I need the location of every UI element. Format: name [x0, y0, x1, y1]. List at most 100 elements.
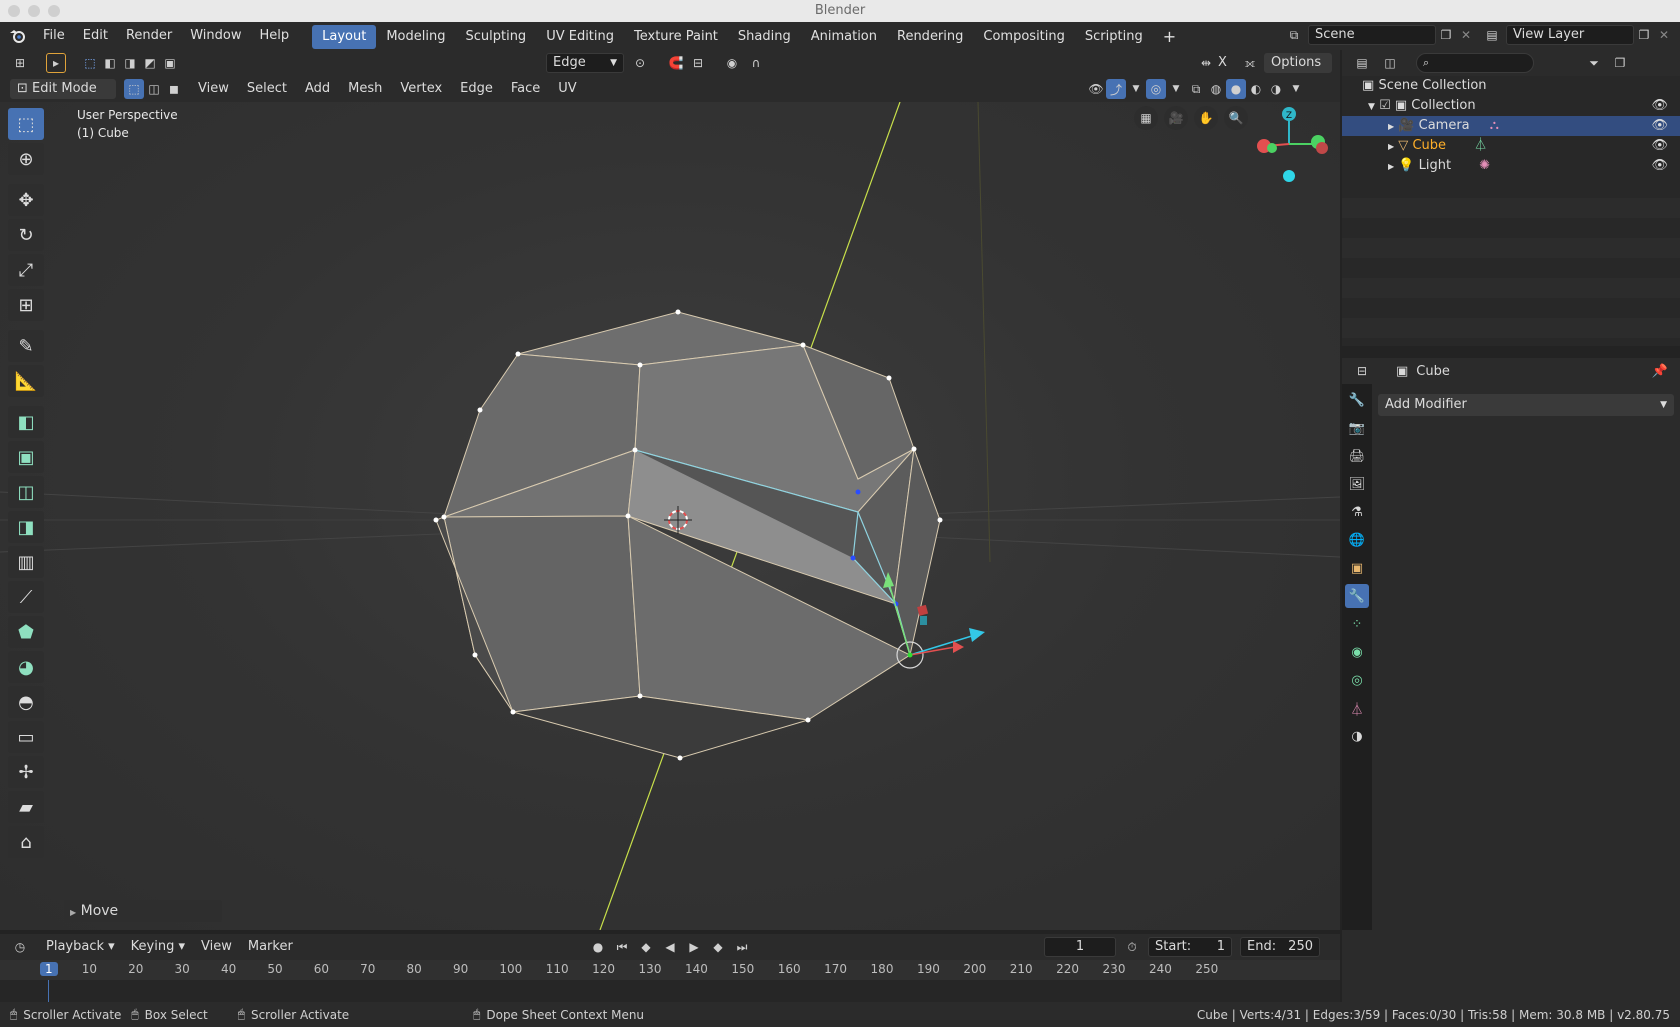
- timeline-menu-view[interactable]: View: [195, 937, 238, 957]
- scale-tool[interactable]: ⤢: [8, 254, 44, 286]
- pivot-point-icon[interactable]: ⊙: [630, 53, 650, 73]
- transform-tool[interactable]: ⊞: [8, 289, 44, 321]
- current-frame-field[interactable]: 1: [1044, 937, 1116, 957]
- snap-target-icon[interactable]: ⊟: [688, 53, 708, 73]
- jump-start-icon[interactable]: ⏮: [612, 937, 632, 957]
- properties-editor-type-icon[interactable]: ⊟: [1352, 361, 1372, 381]
- next-keyframe-icon[interactable]: ◆: [708, 937, 728, 957]
- edge-slide-tool[interactable]: ▭: [8, 721, 44, 753]
- rip-region-tool[interactable]: ⌂: [8, 826, 44, 858]
- overlays-toggle-icon[interactable]: ◎: [1146, 79, 1166, 99]
- new-scene-icon[interactable]: ❐: [1436, 25, 1456, 45]
- edge-select-mode-icon[interactable]: ◫: [144, 79, 164, 99]
- gizmo-toggle-icon[interactable]: ⤴: [1106, 79, 1126, 99]
- checkbox-icon[interactable]: ☑: [1379, 98, 1391, 113]
- outliner-item-light[interactable]: ▶ 💡 Light ✺ 👁: [1342, 156, 1680, 176]
- modifier-tab-icon[interactable]: 🔧: [1345, 584, 1369, 608]
- overlays-dropdown-icon[interactable]: ▼: [1166, 79, 1186, 99]
- extrude-tool[interactable]: ▣: [8, 441, 44, 473]
- outliner-scene-collection[interactable]: ▣ Scene Collection: [1342, 76, 1680, 96]
- workspace-tab-animation[interactable]: Animation: [801, 25, 887, 49]
- xray-toggle-icon[interactable]: ⧉: [1186, 79, 1206, 99]
- workspace-tab-uv-editing[interactable]: UV Editing: [536, 25, 624, 49]
- menu-help[interactable]: Help: [251, 22, 299, 50]
- bevel-tool[interactable]: ◨: [8, 511, 44, 543]
- remove-scene-icon[interactable]: ✕: [1456, 25, 1476, 45]
- select-new-icon[interactable]: ⬚: [80, 53, 100, 73]
- workspace-tab-layout[interactable]: Layout: [312, 25, 377, 49]
- falloff-icon[interactable]: ∩: [746, 53, 766, 73]
- gizmo-dropdown-icon[interactable]: ▼: [1126, 79, 1146, 99]
- viewport-menu-select[interactable]: Select: [241, 79, 293, 99]
- outliner-editor-type-icon[interactable]: ▤: [1352, 53, 1372, 73]
- pin-icon[interactable]: 📌: [1652, 364, 1668, 379]
- scene-tab-icon[interactable]: ⚗: [1345, 500, 1369, 524]
- poly-build-tool[interactable]: ⬟: [8, 616, 44, 648]
- annotate-tool[interactable]: ✎: [8, 330, 44, 362]
- output-tab-icon[interactable]: 🖨: [1345, 444, 1369, 468]
- play-icon[interactable]: ▶: [684, 937, 704, 957]
- mirror-x-label[interactable]: X: [1218, 55, 1227, 70]
- timeline-body[interactable]: [0, 980, 1340, 1002]
- add-workspace-button[interactable]: +: [1153, 25, 1186, 49]
- face-select-mode-icon[interactable]: ◼: [164, 79, 184, 99]
- scene-name-field[interactable]: Scene: [1308, 25, 1436, 45]
- menu-file[interactable]: File: [34, 22, 74, 50]
- workspace-tab-texture-paint[interactable]: Texture Paint: [624, 25, 728, 49]
- physics-tab-icon[interactable]: ◉: [1345, 640, 1369, 664]
- outliner-item-camera[interactable]: ▶ 🎥 Camera ⛬ 👁: [1342, 116, 1680, 136]
- render-tab-icon[interactable]: 📷: [1345, 416, 1369, 440]
- material-shading-icon[interactable]: ◐: [1246, 79, 1266, 99]
- particles-tab-icon[interactable]: ⁘: [1345, 612, 1369, 636]
- data-tab-icon[interactable]: ⏃: [1345, 696, 1369, 720]
- rotate-tool[interactable]: ↻: [8, 219, 44, 251]
- 3d-viewport[interactable]: User Perspective (1) Cube ▦ 🎥 ✋ 🔍 Z ▶ Mo…: [0, 102, 1340, 930]
- blender-logo-icon[interactable]: [0, 22, 34, 50]
- viewport-menu-vertex[interactable]: Vertex: [394, 79, 448, 99]
- remove-view-layer-icon[interactable]: ✕: [1654, 25, 1674, 45]
- timeline-menu-marker[interactable]: Marker: [242, 937, 299, 957]
- select-invert-icon[interactable]: ◩: [140, 53, 160, 73]
- shading-dropdown-icon[interactable]: ▼: [1286, 79, 1306, 99]
- timeline-ruler[interactable]: 1 10 20 30 40 50 60 70 80 90 100 110 120 130 140 150 160…: [0, 960, 1340, 980]
- eye-icon[interactable]: 👁: [1651, 136, 1668, 156]
- view-layer-selector-icon[interactable]: ▤: [1482, 25, 1502, 45]
- cursor-tool[interactable]: ⊕: [8, 143, 44, 175]
- workspace-tab-shading[interactable]: Shading: [728, 25, 801, 49]
- new-collection-icon[interactable]: ❐: [1610, 53, 1630, 73]
- end-frame-field[interactable]: End: 250: [1240, 937, 1320, 957]
- view-layer-field[interactable]: View Layer: [1506, 25, 1634, 45]
- measure-tool[interactable]: 📐: [8, 365, 44, 397]
- preview-range-icon[interactable]: ⏱: [1122, 937, 1142, 957]
- display-mode-icon[interactable]: ◫: [1380, 53, 1400, 73]
- object-tab-icon[interactable]: ▣: [1345, 556, 1369, 580]
- record-icon[interactable]: ●: [588, 937, 608, 957]
- options-dropdown[interactable]: Options: [1264, 53, 1332, 73]
- timeline-editor-type-icon[interactable]: ◷: [10, 937, 30, 957]
- viewport-menu-add[interactable]: Add: [299, 79, 336, 99]
- rendered-shading-icon[interactable]: ◑: [1266, 79, 1286, 99]
- menu-window[interactable]: Window: [181, 22, 250, 50]
- menu-render[interactable]: Render: [117, 22, 181, 50]
- jump-end-icon[interactable]: ⏭: [732, 937, 752, 957]
- select-mode-dropdown[interactable]: Edge ▼: [546, 53, 624, 73]
- move-tool[interactable]: ✥: [8, 184, 44, 216]
- maximize-window-button[interactable]: [48, 5, 60, 17]
- editor-type-icon[interactable]: ⊞: [10, 53, 30, 73]
- mesh-canvas[interactable]: [0, 102, 1340, 930]
- world-tab-icon[interactable]: 🌐: [1345, 528, 1369, 552]
- snap-icon[interactable]: 🧲: [666, 53, 686, 73]
- knife-tool[interactable]: ⟋: [8, 581, 44, 613]
- wireframe-shading-icon[interactable]: ◍: [1206, 79, 1226, 99]
- outliner-collection[interactable]: ▼ ☑ ▣ Collection 👁: [1342, 96, 1680, 116]
- loop-cut-tool[interactable]: ▥: [8, 546, 44, 578]
- workspace-tab-compositing[interactable]: Compositing: [973, 25, 1075, 49]
- add-modifier-dropdown[interactable]: Add Modifier ▼: [1378, 394, 1674, 416]
- auto-merge-icon[interactable]: ⟗: [1240, 53, 1260, 73]
- select-extend-icon[interactable]: ◧: [100, 53, 120, 73]
- workspace-tab-scripting[interactable]: Scripting: [1075, 25, 1153, 49]
- camera-view-icon[interactable]: 🎥: [1164, 106, 1188, 130]
- filter-icon[interactable]: ⏷: [1584, 53, 1604, 73]
- prev-keyframe-icon[interactable]: ◆: [636, 937, 656, 957]
- select-subtract-icon[interactable]: ◨: [120, 53, 140, 73]
